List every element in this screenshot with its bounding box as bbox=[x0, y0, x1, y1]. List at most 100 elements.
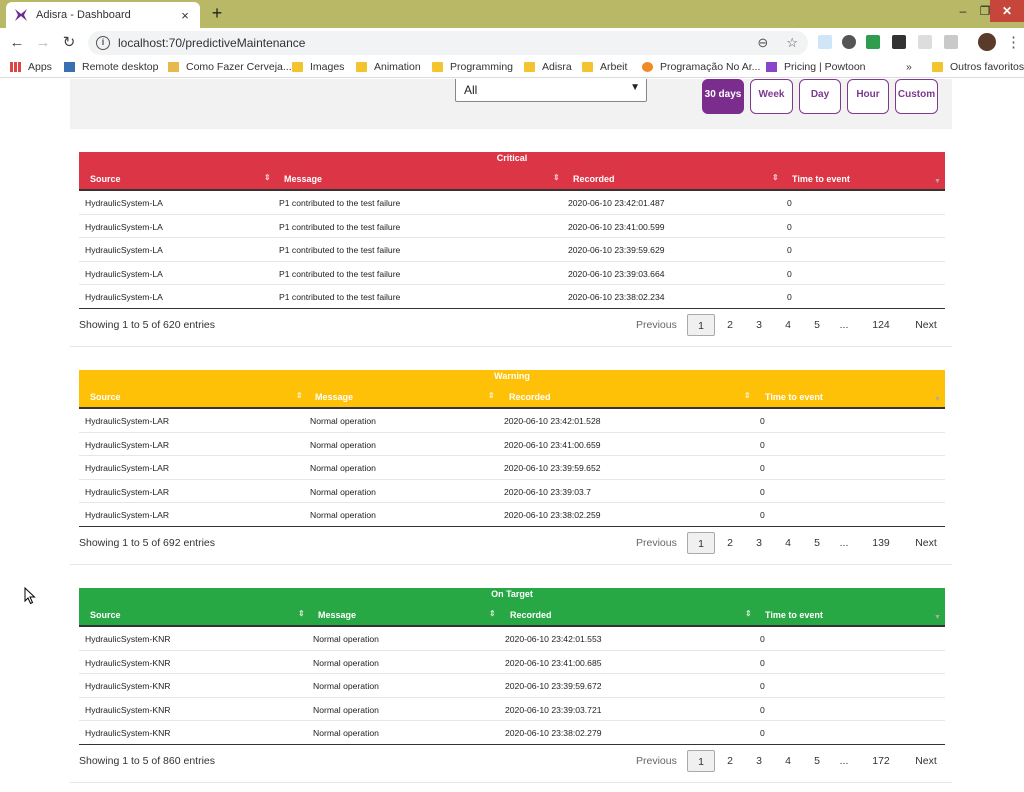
pagination-page-2[interactable]: 2 bbox=[720, 314, 740, 336]
bookmark-other[interactable]: Outros favoritos bbox=[932, 61, 1024, 73]
pagination-page-5[interactable]: 5 bbox=[807, 532, 827, 554]
pagination-page-4[interactable]: 4 bbox=[778, 532, 798, 554]
table-row[interactable]: HydraulicSystem-LAR Normal operation 2020-… bbox=[79, 480, 945, 503]
table-row[interactable]: HydraulicSystem-KNR Normal operation 2020-… bbox=[79, 674, 945, 698]
sort-icon[interactable]: ⇕ bbox=[488, 391, 495, 400]
pagination-page-139[interactable]: 139 bbox=[870, 532, 892, 554]
browser-menu-icon[interactable]: ⋮ bbox=[1006, 33, 1021, 51]
bookmark-images[interactable]: Images bbox=[292, 61, 344, 73]
browser-tab[interactable]: Adisra - Dashboard × bbox=[6, 2, 200, 28]
extension-dark-icon[interactable] bbox=[892, 35, 906, 49]
bookmark-arbeit[interactable]: Arbeit bbox=[582, 61, 627, 73]
column-header-recorded[interactable]: Recorded bbox=[509, 392, 551, 402]
sort-icon[interactable]: ⇕ bbox=[298, 609, 305, 618]
column-header-time-to-event[interactable]: Time to event bbox=[765, 610, 823, 620]
column-header-recorded[interactable]: Recorded bbox=[510, 610, 552, 620]
column-header-message[interactable]: Message bbox=[315, 392, 353, 402]
pagination-page-4[interactable]: 4 bbox=[778, 750, 798, 772]
pagination-page-4[interactable]: 4 bbox=[778, 314, 798, 336]
forward-arrow-icon[interactable]: → bbox=[32, 32, 54, 54]
bookmark-star-icon[interactable]: ☆ bbox=[786, 35, 798, 50]
extension-window-icon[interactable] bbox=[944, 35, 958, 49]
pagination-page-5[interactable]: 5 bbox=[807, 314, 827, 336]
sort-icon[interactable]: ⇕ bbox=[745, 609, 752, 618]
pagination-page-3[interactable]: 3 bbox=[749, 750, 769, 772]
window-close-button[interactable]: ✕ bbox=[990, 0, 1024, 22]
bookmark-programming[interactable]: Programming bbox=[432, 61, 513, 73]
pagination-page-5[interactable]: 5 bbox=[807, 750, 827, 772]
pagination-previous[interactable]: Previous bbox=[636, 750, 677, 772]
pagination-page-3[interactable]: 3 bbox=[749, 314, 769, 336]
sort-desc-icon[interactable]: ▼ bbox=[934, 178, 941, 185]
zoom-icon[interactable]: ⊖ bbox=[757, 35, 768, 50]
pagination-next[interactable]: Next bbox=[910, 314, 942, 336]
table-row[interactable]: HydraulicSystem-LA P1 contributed to the … bbox=[79, 215, 945, 238]
tab-close-icon[interactable]: × bbox=[178, 8, 192, 23]
bookmark-apps[interactable]: Apps bbox=[10, 61, 52, 73]
sort-icon[interactable]: ⇕ bbox=[553, 173, 560, 182]
column-header-time-to-event[interactable]: Time to event bbox=[792, 174, 850, 184]
pagination-page-1[interactable]: 1 bbox=[687, 314, 715, 336]
new-tab-button[interactable]: + bbox=[206, 3, 228, 25]
column-header-source[interactable]: Source bbox=[90, 610, 121, 620]
table-row[interactable]: HydraulicSystem-KNR Normal operation 2020-… bbox=[79, 627, 945, 651]
extension-pen-icon[interactable] bbox=[918, 35, 932, 49]
table-row[interactable]: HydraulicSystem-KNR Normal operation 2020-… bbox=[79, 651, 945, 674]
pagination-page-172[interactable]: 172 bbox=[870, 750, 892, 772]
table-row[interactable]: HydraulicSystem-LAR Normal operation 2020-… bbox=[79, 456, 945, 480]
reload-icon[interactable]: ↻ bbox=[58, 32, 80, 54]
column-header-message[interactable]: Message bbox=[284, 174, 322, 184]
pagination-next[interactable]: Next bbox=[910, 750, 942, 772]
range-button-week[interactable]: Week bbox=[750, 79, 793, 114]
sort-icon[interactable]: ⇕ bbox=[264, 173, 271, 182]
column-header-message[interactable]: Message bbox=[318, 610, 356, 620]
sort-icon[interactable]: ⇕ bbox=[744, 391, 751, 400]
column-header-time-to-event[interactable]: Time to event bbox=[765, 392, 823, 402]
pagination-page-2[interactable]: 2 bbox=[720, 750, 740, 772]
range-button-30-days[interactable]: 30 days bbox=[702, 79, 744, 114]
pagination-previous[interactable]: Previous bbox=[636, 532, 677, 554]
pagination-previous[interactable]: Previous bbox=[636, 314, 677, 336]
column-header-recorded[interactable]: Recorded bbox=[573, 174, 615, 184]
profile-avatar[interactable] bbox=[978, 33, 996, 51]
pagination-page-124[interactable]: 124 bbox=[870, 314, 892, 336]
table-row[interactable]: HydraulicSystem-LAR Normal operation 2020-… bbox=[79, 433, 945, 456]
range-button-day[interactable]: Day bbox=[799, 79, 841, 114]
bookmark-remote-desktop[interactable]: Remote desktop bbox=[64, 61, 158, 73]
table-row[interactable]: HydraulicSystem-LA P1 contributed to the … bbox=[79, 262, 945, 285]
pagination-next[interactable]: Next bbox=[910, 532, 942, 554]
extension-arrows-icon[interactable] bbox=[818, 35, 832, 49]
table-row[interactable]: HydraulicSystem-KNR Normal operation 2020-… bbox=[79, 698, 945, 721]
extension-green-icon[interactable] bbox=[866, 35, 880, 49]
table-row[interactable]: HydraulicSystem-LA P1 contributed to the … bbox=[79, 191, 945, 215]
bookmark-animation[interactable]: Animation bbox=[356, 61, 421, 73]
sort-desc-icon[interactable]: ▼ bbox=[934, 614, 941, 621]
bookmarks-overflow-button[interactable]: » bbox=[906, 61, 912, 73]
pagination-page-1[interactable]: 1 bbox=[687, 750, 715, 772]
window-minimize-button[interactable]: – bbox=[952, 0, 974, 22]
sort-desc-icon[interactable]: ▼ bbox=[934, 396, 941, 403]
bookmark-programacao[interactable]: Programação No Ar... bbox=[642, 61, 760, 73]
back-arrow-icon[interactable]: ← bbox=[6, 32, 28, 54]
source-select[interactable]: All ▼ bbox=[455, 79, 647, 102]
column-header-source[interactable]: Source bbox=[90, 392, 121, 402]
column-header-source[interactable]: Source bbox=[90, 174, 121, 184]
table-row[interactable]: HydraulicSystem-LAR Normal operation 2020-… bbox=[79, 503, 945, 527]
range-button-custom[interactable]: Custom bbox=[895, 79, 938, 114]
extension-circle-icon[interactable] bbox=[842, 35, 856, 49]
bookmark-adisra[interactable]: Adisra bbox=[524, 61, 572, 73]
table-row[interactable]: HydraulicSystem-LAR Normal operation 2020-… bbox=[79, 409, 945, 433]
pagination-page-3[interactable]: 3 bbox=[749, 532, 769, 554]
bookmark-beer[interactable]: Como Fazer Cerveja... bbox=[168, 61, 292, 73]
site-info-icon[interactable]: i bbox=[96, 36, 110, 50]
table-row[interactable]: HydraulicSystem-KNR Normal operation 2020-… bbox=[79, 721, 945, 745]
bookmark-powtoon[interactable]: Pricing | Powtoon bbox=[766, 61, 866, 73]
address-bar[interactable]: i localhost:70/predictiveMaintenance ⊖ ☆ bbox=[88, 31, 808, 55]
sort-icon[interactable]: ⇕ bbox=[772, 173, 779, 182]
range-button-hour[interactable]: Hour bbox=[847, 79, 889, 114]
sort-icon[interactable]: ⇕ bbox=[296, 391, 303, 400]
table-row[interactable]: HydraulicSystem-LA P1 contributed to the … bbox=[79, 238, 945, 262]
pagination-page-1[interactable]: 1 bbox=[687, 532, 715, 554]
sort-icon[interactable]: ⇕ bbox=[489, 609, 496, 618]
pagination-page-2[interactable]: 2 bbox=[720, 532, 740, 554]
